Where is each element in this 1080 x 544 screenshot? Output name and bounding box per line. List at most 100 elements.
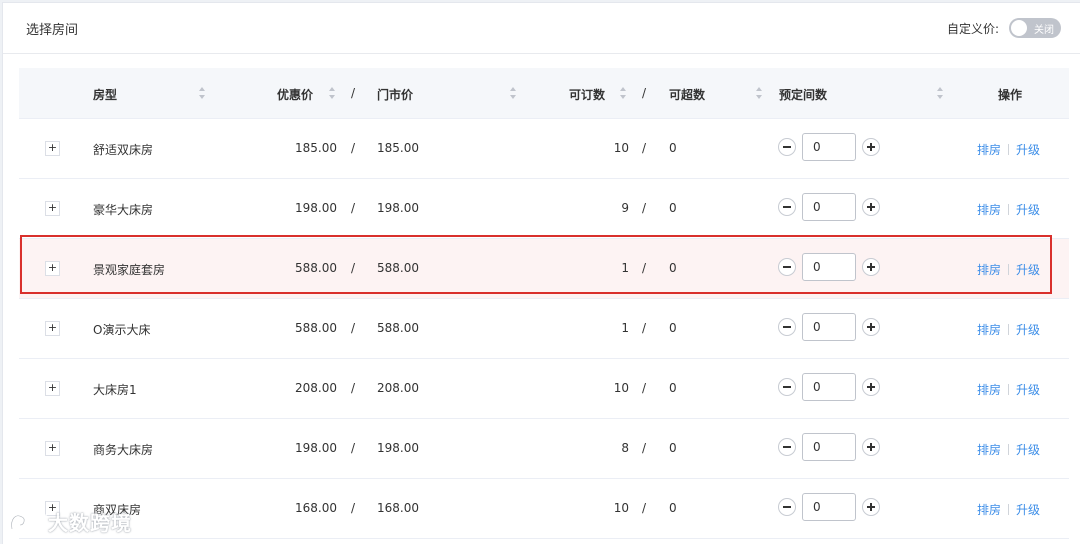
increment-button[interactable] (862, 318, 880, 336)
room-type-name: 舒适双床房 (93, 143, 154, 157)
count-slash: / (642, 501, 647, 515)
table-body: + 舒适双床房 185.00 / 185.00 10 / 0 排房升级 + 豪华… (19, 119, 1069, 539)
custom-price-toggle[interactable]: 关闭 (1009, 18, 1061, 38)
room-type-name: 大床房1 (93, 383, 137, 397)
assign-room-link[interactable]: 排房 (977, 203, 1001, 217)
decrement-button[interactable] (778, 318, 796, 336)
expand-row-button[interactable]: + (45, 381, 60, 396)
upgrade-link[interactable]: 升级 (1016, 263, 1040, 277)
reserve-count-input[interactable] (802, 373, 856, 401)
row-actions: 排房 升级 (977, 261, 1040, 278)
row-actions: 排房 升级 (977, 501, 1040, 518)
row-actions: 排房 升级 (977, 381, 1040, 398)
increment-button[interactable] (862, 198, 880, 216)
bookable-count: 8 (621, 441, 629, 455)
assign-room-link[interactable]: 排房 (977, 503, 1001, 517)
discount-price: 168.00 (295, 501, 337, 515)
assign-room-link[interactable]: 排房 (977, 383, 1001, 397)
bookable-count: 10 (613, 141, 629, 155)
reserve-count-input[interactable] (802, 193, 856, 221)
table-row: + 大床房1 208.00 / 208.00 10 / 0 排房 升级 (19, 359, 1069, 419)
increment-button[interactable] (862, 258, 880, 276)
discount-price: 185.00 (295, 141, 337, 155)
upgrade-link[interactable]: 升级 (1016, 503, 1040, 517)
increment-button[interactable] (862, 378, 880, 396)
expand-row-button[interactable]: + (45, 201, 60, 216)
count-slash: / (642, 381, 647, 395)
increment-button[interactable] (862, 498, 880, 516)
decrement-button[interactable] (778, 438, 796, 456)
room-type-name: O演示大床 (93, 323, 151, 337)
header-slash: / (642, 86, 647, 100)
rack-price: 588.00 (377, 261, 419, 275)
price-slash: / (351, 501, 356, 515)
rack-price: 185.00 (377, 141, 419, 155)
reserve-count-input[interactable] (802, 313, 856, 341)
reserve-count-input[interactable] (802, 253, 856, 281)
action-divider (1008, 204, 1010, 215)
assign-room-link[interactable]: 排房 (977, 443, 1001, 457)
table-header: 房型 优惠价 / 门市价 可订数 / 可超数 预定间数 操作 (19, 68, 1069, 119)
table-row: + 景观家庭套房 588.00 / 588.00 1 / 0 排房 升级 (19, 239, 1069, 299)
price-slash: / (351, 321, 356, 335)
count-slash: / (642, 201, 647, 215)
upgrade-link[interactable]: 升级 (1016, 203, 1040, 217)
expand-row-button[interactable]: + (45, 321, 60, 336)
bookable-count: 1 (621, 261, 629, 275)
rack-price: 208.00 (377, 381, 419, 395)
table-row: + 商双床房 168.00 / 168.00 10 / 0 排房升级 (19, 479, 1069, 539)
toggle-state-text: 关闭 (1034, 25, 1054, 36)
count-slash: / (642, 141, 647, 155)
room-type-name: 豪华大床房 (93, 203, 154, 217)
count-slash: / (642, 321, 647, 335)
expand-row-button[interactable]: + (45, 441, 60, 456)
sort-icon[interactable] (509, 87, 517, 99)
overbook-count: 0 (669, 501, 677, 515)
price-slash: / (351, 141, 356, 155)
assign-room-link[interactable]: 排房 (977, 263, 1001, 277)
overbook-count: 0 (669, 321, 677, 335)
header-discount-price: 优惠价 (277, 88, 314, 102)
upgrade-link[interactable]: 升级 (1016, 143, 1040, 157)
increment-button[interactable] (862, 438, 880, 456)
sort-icon[interactable] (198, 87, 206, 99)
sort-icon[interactable] (755, 87, 763, 99)
sort-icon[interactable] (936, 87, 944, 99)
action-divider (1008, 444, 1010, 455)
row-actions: 排房 升级 (977, 321, 1040, 338)
price-slash: / (351, 381, 356, 395)
row-actions: 排房 升级 (977, 201, 1040, 218)
expand-row-button[interactable]: + (45, 261, 60, 276)
expand-row-button[interactable]: + (45, 141, 60, 156)
sort-icon[interactable] (619, 87, 627, 99)
reserve-count-input[interactable] (802, 433, 856, 461)
rack-price: 198.00 (377, 441, 419, 455)
assign-room-link[interactable]: 排房 (977, 323, 1001, 337)
reserve-count-input[interactable] (802, 493, 856, 521)
header-operation: 操作 (998, 88, 1023, 102)
decrement-button[interactable] (778, 498, 796, 516)
action-divider (1008, 264, 1010, 275)
upgrade-link[interactable]: 升级 (1016, 443, 1040, 457)
upgrade-link[interactable]: 升级 (1016, 383, 1040, 397)
action-divider (1008, 144, 1010, 155)
reserve-count-input[interactable] (802, 133, 856, 161)
decrement-button[interactable] (778, 138, 796, 156)
decrement-button[interactable] (778, 198, 796, 216)
price-slash: / (351, 441, 356, 455)
decrement-button[interactable] (778, 378, 796, 396)
discount-price: 208.00 (295, 381, 337, 395)
quantity-stepper (778, 253, 880, 281)
discount-price: 588.00 (295, 261, 337, 275)
assign-room-link[interactable]: 排房 (977, 143, 1001, 157)
overbook-count: 0 (669, 141, 677, 155)
action-divider (1008, 324, 1010, 335)
increment-button[interactable] (862, 138, 880, 156)
discount-price: 198.00 (295, 441, 337, 455)
custom-price-label: 自定义价: (946, 21, 999, 36)
upgrade-link[interactable]: 升级 (1016, 323, 1040, 337)
room-type-name: 商务大床房 (93, 443, 154, 457)
overbook-count: 0 (669, 441, 677, 455)
decrement-button[interactable] (778, 258, 796, 276)
sort-icon[interactable] (328, 87, 336, 99)
